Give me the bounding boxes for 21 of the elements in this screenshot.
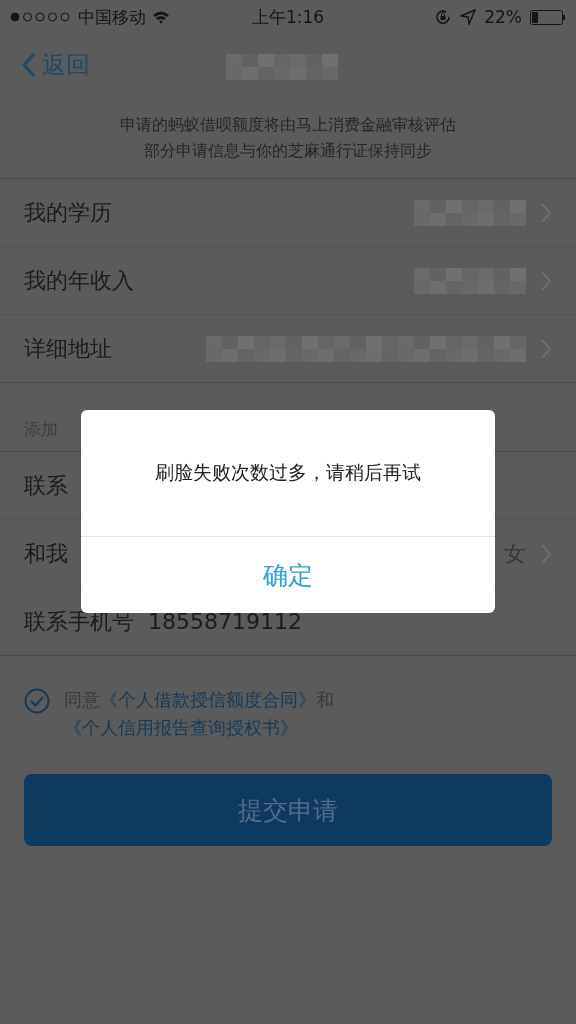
battery-icon (530, 9, 566, 25)
wifi-icon (152, 10, 170, 24)
back-button[interactable]: 返回 (22, 49, 90, 81)
status-time: 上午1:16 (251, 6, 325, 27)
battery-percent: 22% (484, 7, 522, 27)
dialog-message: 刷脸失败次数过多，请稍后再试 (155, 460, 421, 485)
row-label[interactable]: 和我 (24, 538, 68, 569)
authorization-link[interactable]: 《个人信用报告查询授权书》 (64, 717, 298, 738)
contract-link[interactable]: 《个人借款授信额度合同》 (100, 689, 316, 710)
carrier-name: 中国移动 (78, 5, 146, 29)
row-label[interactable]: 我的学历 (24, 197, 112, 228)
checkbox[interactable] (24, 688, 50, 714)
confirm-button[interactable]: 确定 (81, 537, 495, 613)
submit-button[interactable]: 提交申请 (24, 774, 552, 846)
row-label[interactable]: 详细地址 (24, 333, 112, 364)
row-label[interactable]: 联系 (24, 470, 68, 501)
location-icon (460, 9, 477, 25)
row-label[interactable]: 我的年收入 (24, 265, 134, 296)
rotation-lock-icon (434, 8, 453, 26)
signal-icon (10, 12, 72, 22)
back-chevron-icon (22, 52, 36, 78)
